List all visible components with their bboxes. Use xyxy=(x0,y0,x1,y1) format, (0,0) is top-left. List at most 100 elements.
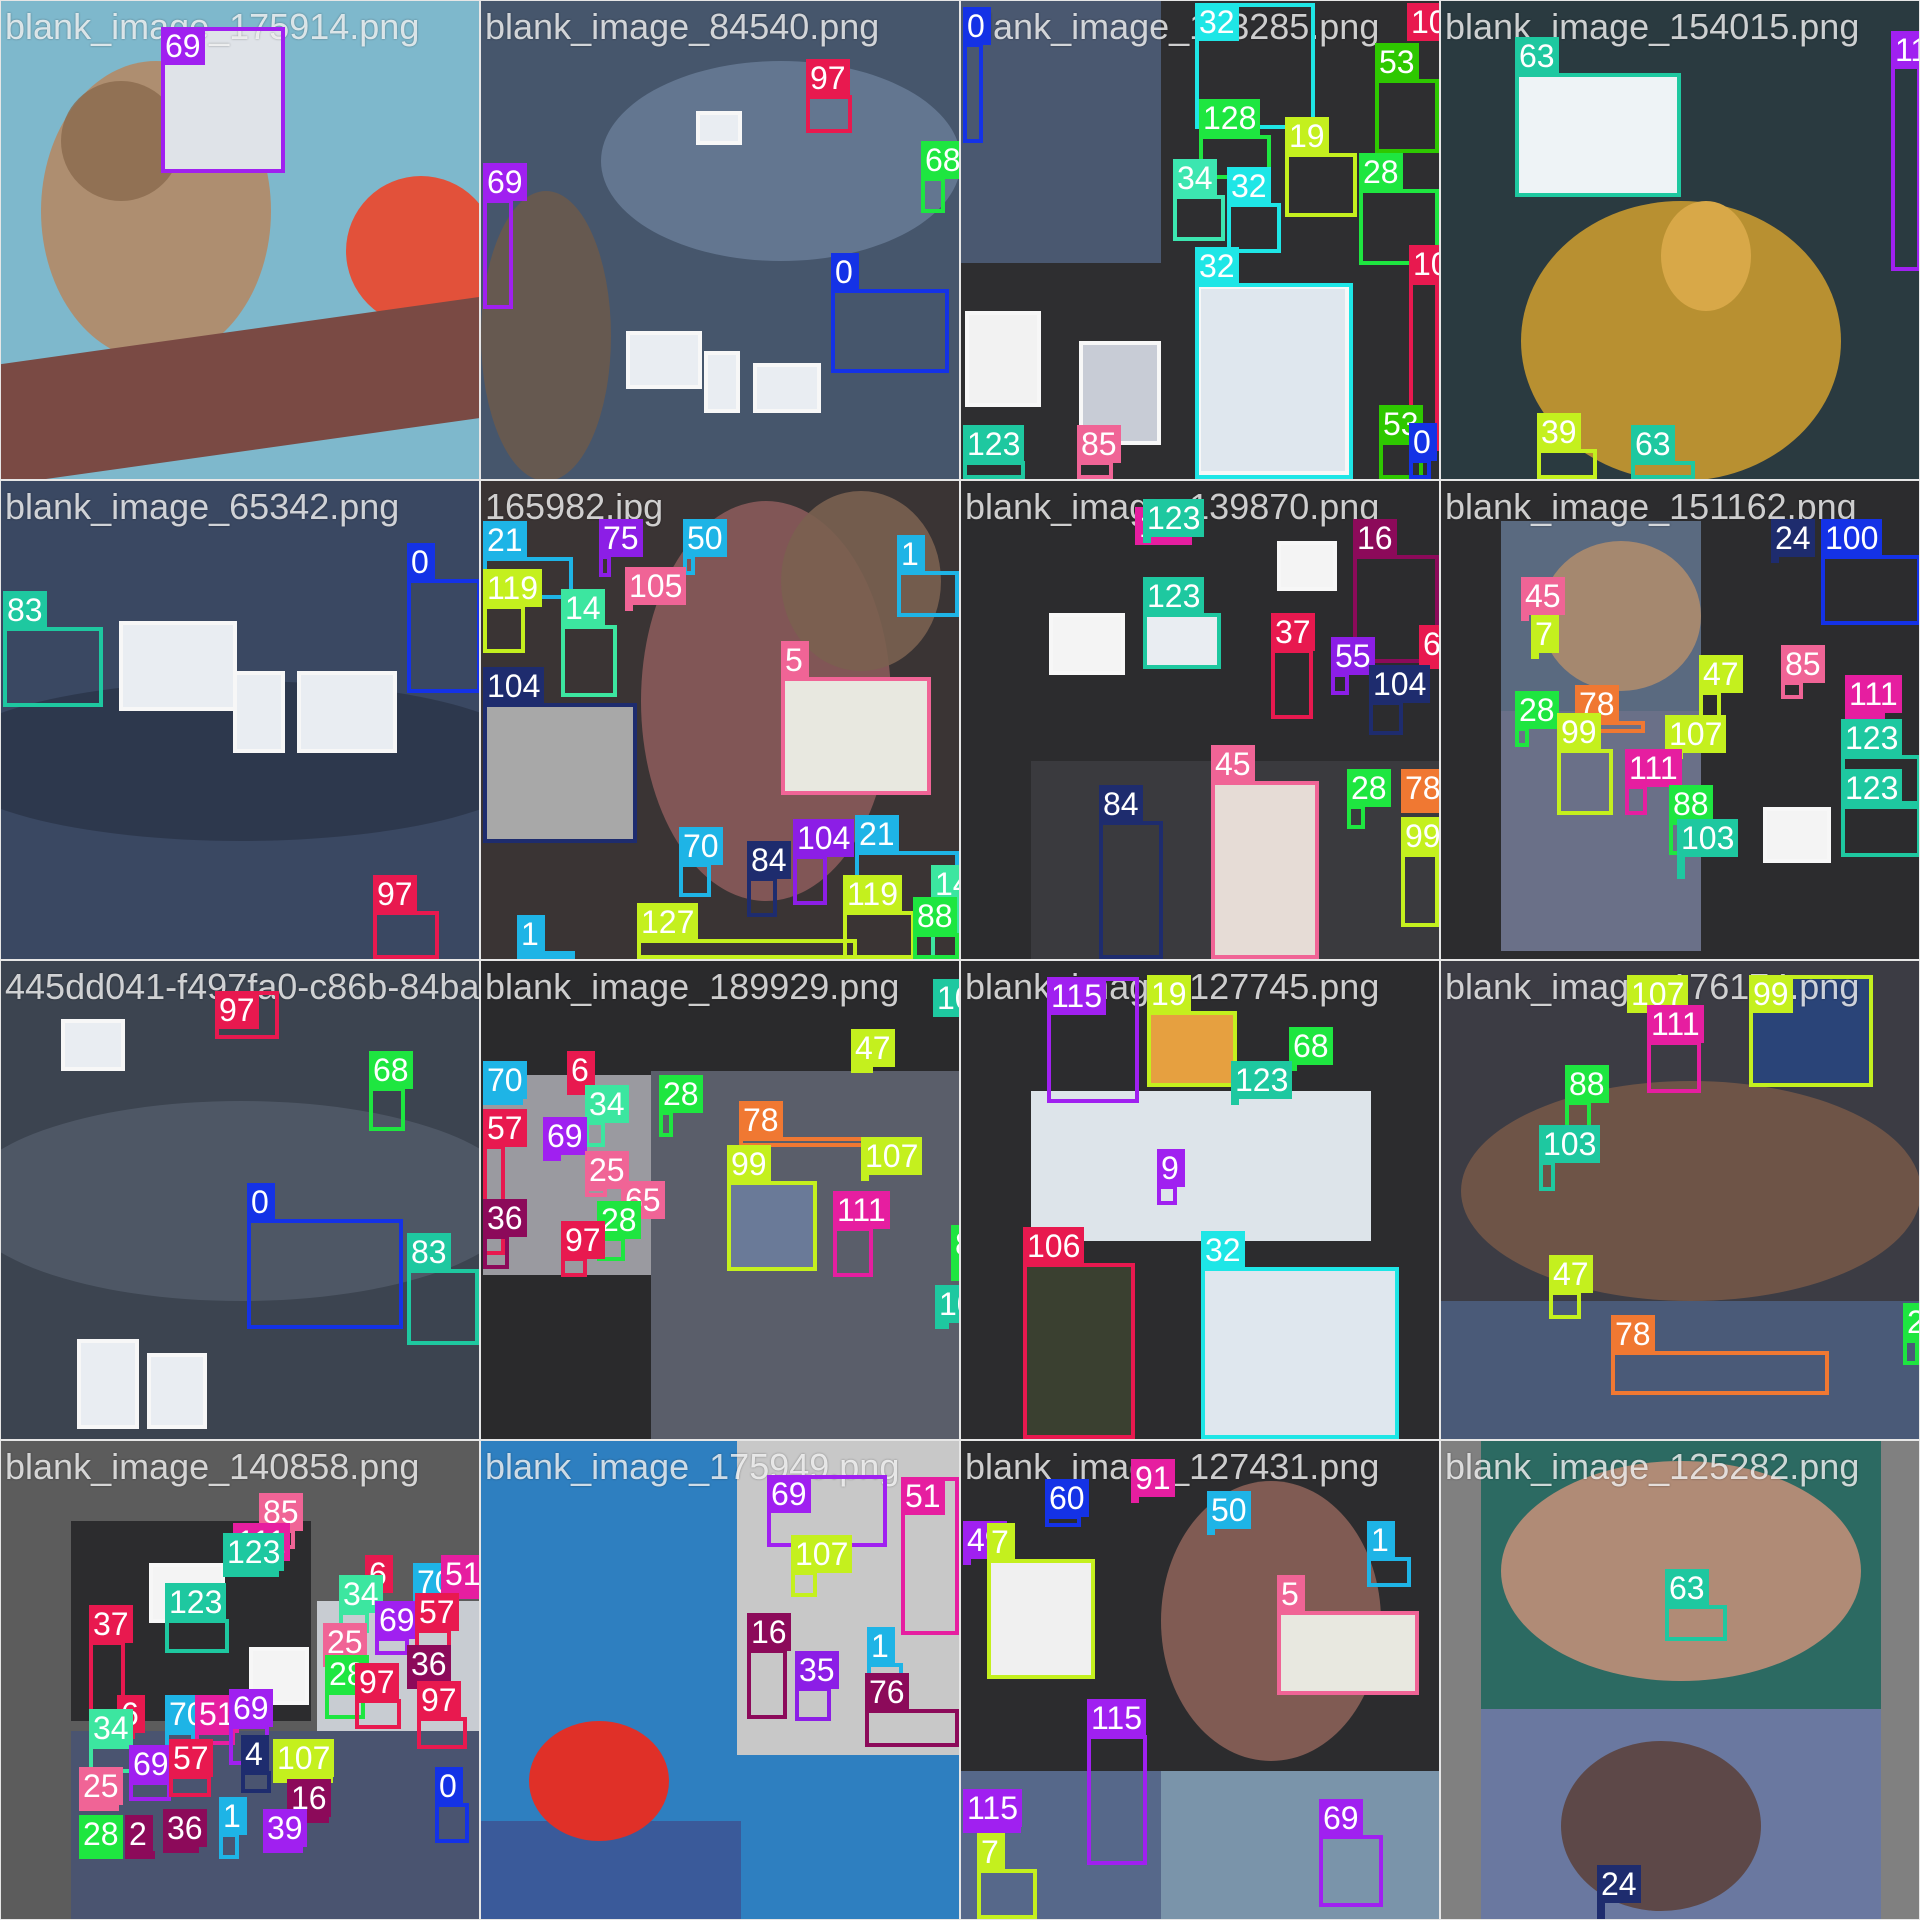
detection-label: 103 xyxy=(935,1285,959,1323)
detection-label: 57 xyxy=(169,1739,213,1777)
detection-box: 123 xyxy=(963,425,1025,479)
detection-box: 123 xyxy=(1231,1061,1293,1105)
detection-box: 84 xyxy=(747,841,791,917)
detection-label: 88 xyxy=(913,897,957,935)
detection-label: 28 xyxy=(1903,1303,1919,1341)
detection-label: 88 xyxy=(1669,785,1713,823)
detection-box: 69 xyxy=(129,1745,173,1801)
detection-box: 39 xyxy=(263,1809,307,1853)
detection-label: 69 xyxy=(129,1745,173,1783)
detection-box: 123 xyxy=(1841,769,1919,857)
detection-label: 24 xyxy=(1771,519,1815,557)
detection-label: 123 xyxy=(223,1533,285,1571)
detection-label: 28 xyxy=(1359,153,1403,191)
detection-label: 57 xyxy=(415,1593,459,1631)
tile-filename: blank_image_140858.png xyxy=(5,1446,420,1487)
detection-label: 123 xyxy=(1143,499,1205,537)
detection-label: 16 xyxy=(747,1613,791,1651)
detection-label: 111 xyxy=(1647,1005,1704,1043)
detection-label: 85 xyxy=(1781,645,1825,683)
tile-bird-painting: blank_image_175914.png 69 xyxy=(0,0,480,480)
detection-label: 69 xyxy=(483,163,527,201)
detection-box: 115 xyxy=(1891,31,1919,271)
tile-blue-brown-abstract: blank_image_176174.png107991118810347782… xyxy=(1440,960,1920,1440)
detection-box: 1 xyxy=(219,1797,247,1859)
detection-label: 1 xyxy=(219,1797,247,1835)
detection-box: 68 xyxy=(921,141,959,213)
detection-box: 104 xyxy=(1369,665,1431,735)
detection-box: 111 xyxy=(1625,749,1682,815)
detection-label: 104 xyxy=(1369,665,1431,703)
tile-tiger-gallery: blank_image_127745.png1151968123910632 xyxy=(960,960,1440,1440)
detection-box: 7 xyxy=(977,1833,1037,1919)
tile-dense-gallery: blank_image_140858.png851111236705134123… xyxy=(0,1440,480,1920)
detection-label: 50 xyxy=(1207,1491,1251,1529)
detection-label: 0 xyxy=(247,1183,275,1221)
detection-label: 115 xyxy=(1047,977,1107,1015)
detection-box: 28 xyxy=(1515,691,1559,747)
detection-label: 103 xyxy=(1677,819,1739,857)
detection-box: 6 xyxy=(567,1051,595,1095)
detection-label: 63 xyxy=(1515,37,1559,75)
detection-label: 39 xyxy=(1537,413,1581,451)
detection-label: 123 xyxy=(165,1583,227,1621)
detection-box: 4 xyxy=(241,1735,271,1793)
detection-label: 32 xyxy=(1195,247,1239,285)
tile-filename: blank_image_193285.png xyxy=(965,6,1380,47)
tile-portrait-collage: 165982.jpg 21 75 50 119 14 105 1 104 5 70 84 104 21 11… xyxy=(480,480,960,960)
detection-box: 25 xyxy=(79,1767,123,1811)
detection-label: 32 xyxy=(1201,1231,1245,1269)
detection-label: 107 xyxy=(273,1739,335,1777)
detection-label: 106 xyxy=(1023,1227,1085,1265)
detection-label: 35 xyxy=(795,1651,839,1689)
detection-box: 115 xyxy=(963,1789,1023,1833)
detection-label: 36 xyxy=(407,1645,451,1683)
detection-box: 97 xyxy=(355,1663,401,1729)
detection-label: 83 xyxy=(407,1233,451,1271)
tile-mixed-gallery: blank_image_189929.png 70 6 34 57 69 25 65 28 97 3… xyxy=(480,960,960,1440)
detection-label: 85 xyxy=(1077,425,1121,463)
detection-box: 123 xyxy=(1143,499,1205,543)
detection-box: 28 xyxy=(79,1815,123,1859)
detection-box: 69 xyxy=(543,1117,587,1161)
detection-box: 32 xyxy=(1195,247,1353,479)
detection-label: 68 xyxy=(1289,1027,1333,1065)
detection-label: 97 xyxy=(355,1663,399,1701)
detection-label: 111 xyxy=(833,1191,890,1229)
detection-box: 39 xyxy=(1537,413,1597,479)
detection-box: 25 xyxy=(585,1151,629,1197)
detection-box: 0 xyxy=(435,1767,469,1843)
detection-label: 99 xyxy=(727,1145,771,1183)
detection-box: 69 xyxy=(375,1601,419,1655)
detection-box: 75 xyxy=(599,519,643,577)
detection-box: 49 xyxy=(963,1521,1007,1565)
detection-box: 57 xyxy=(169,1739,213,1797)
detection-label: 28 xyxy=(659,1075,703,1113)
detection-box: 50 xyxy=(1207,1491,1251,1535)
detection-label: 100 xyxy=(1821,519,1883,557)
detection-label: 51 xyxy=(901,1477,945,1515)
detection-label: 57 xyxy=(483,1109,527,1147)
detection-label: 84 xyxy=(747,841,791,879)
detection-box: 36 xyxy=(163,1809,207,1853)
detection-label: 70 xyxy=(679,827,723,865)
detection-box: 115 xyxy=(1047,977,1139,1103)
detection-label: 69 xyxy=(229,1689,273,1727)
detection-mosaic: blank_image_175914.png 69 blank_image_845… xyxy=(0,0,1920,1920)
detection-box: 34 xyxy=(1173,159,1225,241)
detection-label: 63 xyxy=(1665,1569,1709,1607)
detection-label: 115 xyxy=(963,1789,1023,1827)
detection-label: 9 xyxy=(1157,1149,1185,1187)
detection-box: 123 xyxy=(165,1583,229,1653)
detection-label: 97 xyxy=(417,1681,461,1719)
detection-label: 69 xyxy=(543,1117,587,1155)
detection-box: 85 xyxy=(1077,425,1121,479)
detection-box: 0 xyxy=(407,543,479,693)
detection-box: 85 xyxy=(1781,645,1825,699)
detection-box: 0 xyxy=(247,1183,403,1329)
detection-label: 69 xyxy=(375,1601,419,1639)
detection-box: 97 xyxy=(561,1221,605,1277)
detection-label: 75 xyxy=(599,519,643,557)
detection-label: 103 xyxy=(1539,1125,1601,1163)
detection-label: 104 xyxy=(483,667,545,705)
